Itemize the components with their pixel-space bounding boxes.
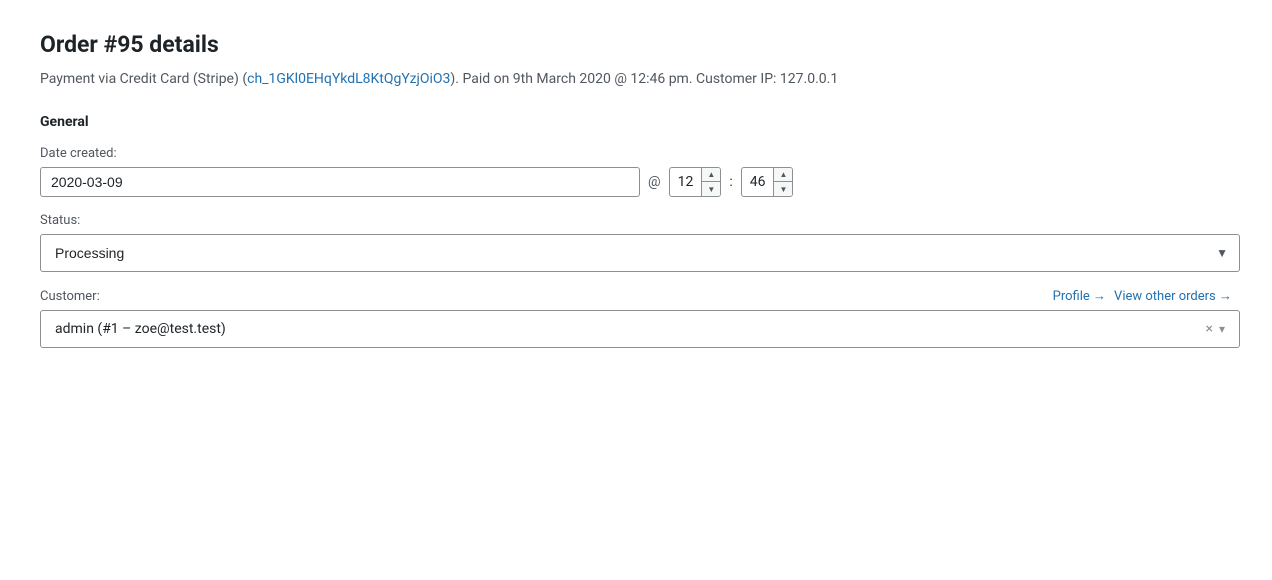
payment-suffix: ). Paid on 9th March 2020 @ 12:46 pm. Cu… bbox=[450, 71, 838, 87]
minute-value: 46 bbox=[742, 168, 774, 196]
hour-down-arrow[interactable]: ▼ bbox=[702, 182, 720, 196]
payment-prefix: Payment via Credit Card (Stripe) ( bbox=[40, 71, 247, 87]
hour-value: 12 bbox=[670, 168, 702, 196]
date-created-label: Date created: bbox=[40, 146, 1232, 161]
customer-select[interactable]: admin (#1 – zoe@test.test) × ▾ bbox=[40, 310, 1240, 348]
minute-down-arrow[interactable]: ▼ bbox=[774, 182, 792, 196]
status-field: Status: Processing Pending payment On ho… bbox=[40, 213, 1232, 272]
customer-links: Profile → View other orders → bbox=[1053, 288, 1232, 304]
customer-label: Customer: bbox=[40, 289, 100, 304]
customer-dropdown-arrow[interactable]: ▾ bbox=[1219, 322, 1225, 336]
customer-value: admin (#1 – zoe@test.test) bbox=[55, 321, 226, 337]
view-orders-link[interactable]: View other orders → bbox=[1114, 288, 1232, 304]
minute-arrows[interactable]: ▲ ▼ bbox=[773, 168, 792, 196]
payment-link[interactable]: ch_1GKl0EHqYkdL8KtQgYzjOiO3 bbox=[247, 71, 450, 87]
status-select[interactable]: Processing Pending payment On hold Compl… bbox=[40, 234, 1240, 272]
profile-link[interactable]: Profile → bbox=[1053, 288, 1106, 304]
date-row: @ 12 ▲ ▼ : 46 ▲ ▼ bbox=[40, 167, 1232, 197]
hour-spinner[interactable]: 12 ▲ ▼ bbox=[669, 167, 722, 197]
date-input[interactable] bbox=[40, 167, 640, 197]
clear-icon[interactable]: × bbox=[1205, 321, 1212, 337]
page-title: Order #95 details bbox=[40, 30, 1232, 60]
payment-info: Payment via Credit Card (Stripe) (ch_1GK… bbox=[40, 68, 1232, 90]
time-colon: : bbox=[729, 174, 732, 190]
hour-up-arrow[interactable]: ▲ bbox=[702, 168, 720, 182]
customer-select-wrapper: admin (#1 – zoe@test.test) × ▾ bbox=[40, 310, 1240, 348]
status-select-wrapper: Processing Pending payment On hold Compl… bbox=[40, 234, 1240, 272]
status-label: Status: bbox=[40, 213, 1232, 228]
general-section-title: General bbox=[40, 114, 1232, 130]
date-created-field: Date created: @ 12 ▲ ▼ : 46 ▲ ▼ bbox=[40, 146, 1232, 197]
customer-field: Customer: Profile → View other orders → … bbox=[40, 288, 1232, 348]
customer-controls: × ▾ bbox=[1205, 321, 1225, 337]
customer-row: Customer: Profile → View other orders → bbox=[40, 288, 1232, 304]
minute-up-arrow[interactable]: ▲ bbox=[774, 168, 792, 182]
minute-spinner[interactable]: 46 ▲ ▼ bbox=[741, 167, 794, 197]
hour-arrows[interactable]: ▲ ▼ bbox=[701, 168, 720, 196]
at-symbol: @ bbox=[648, 174, 661, 190]
